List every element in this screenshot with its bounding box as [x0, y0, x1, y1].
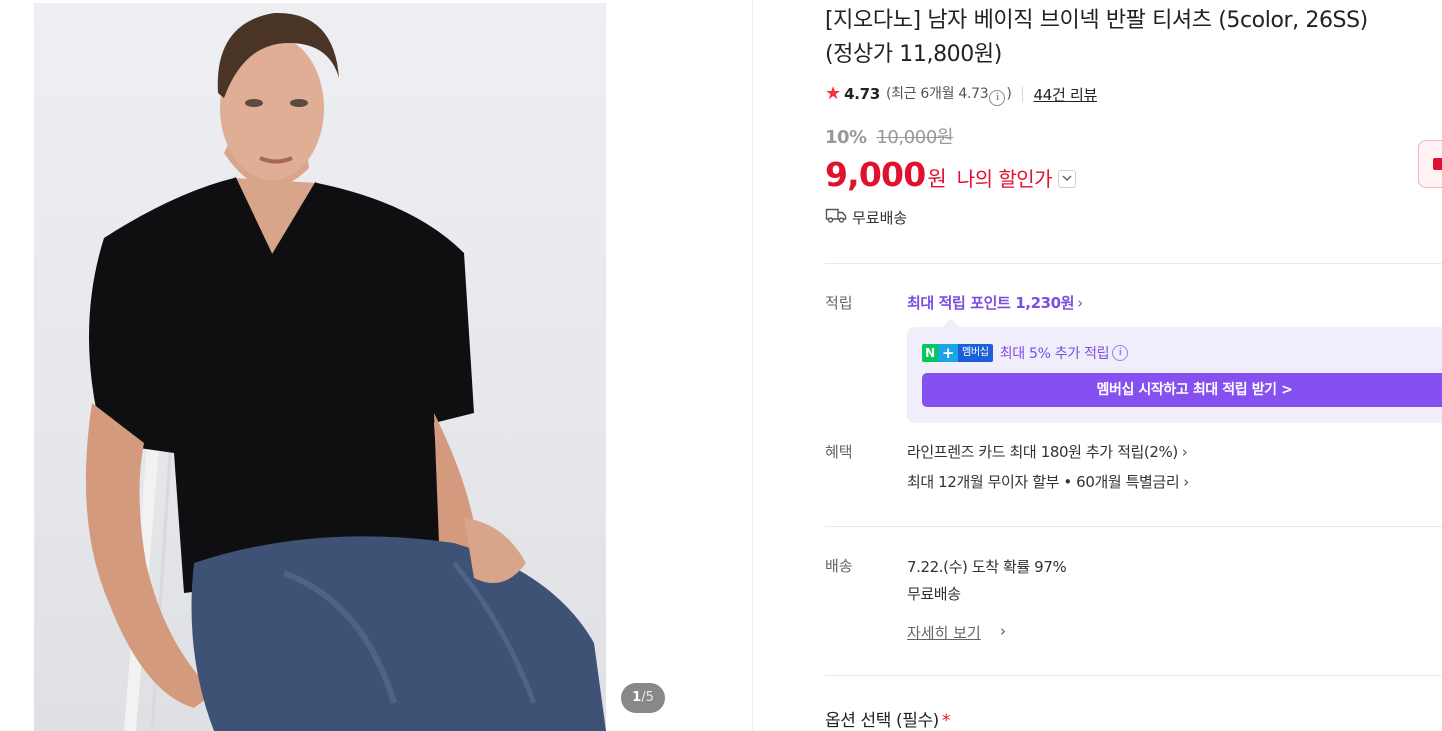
info-circle-icon[interactable]: i [1112, 345, 1129, 361]
option-select-title: 옵션 선택 (필수) * [825, 706, 950, 731]
side-badge-button[interactable] [1418, 140, 1442, 188]
info-circle-icon[interactable]: i [989, 89, 1006, 106]
membership-start-button[interactable]: 멤버십 시작하고 최대 적립 받기 > [922, 373, 1442, 407]
rating-recent-suffix: ) [1006, 85, 1012, 102]
logo-text: 멤버십 [958, 344, 993, 362]
rating-divider [1021, 86, 1023, 102]
chevron-right-icon: › [1181, 443, 1188, 461]
delivery-label: 배송 [825, 557, 853, 575]
benefit-card-link[interactable]: 라인프렌즈 카드 최대 180원 추가 적립(2%) › [907, 441, 1188, 462]
rating-row: ★ 4.73 (최근 6개월 4.73 i) 44건 리뷰 [825, 82, 1097, 106]
panel-divider [752, 0, 753, 731]
benefit-card-text: 라인프렌즈 카드 최대 180원 추가 적립(2%) [907, 443, 1178, 461]
chevron-right-icon: › [1183, 473, 1189, 491]
delivery-arrival: 7.22.(수) 도착 확률 97% [907, 558, 1067, 576]
logo-plus: + [938, 344, 958, 362]
my-discount-label[interactable]: 나의 할인가 [957, 163, 1053, 192]
naver-plus-membership-logo: N + 멤버십 [922, 344, 993, 362]
original-price: 10,000원 [876, 127, 954, 148]
required-mark: * [941, 711, 951, 731]
sale-price-row: 9,000 원 나의 할인가 [825, 155, 1077, 197]
product-title: [지오다노] 남자 베이직 브이넥 반팔 티셔츠 (5color, 26SS) … [825, 4, 1442, 72]
rating-recent: (최근 6개월 4.73 i) [886, 83, 1012, 106]
star-icon: ★ [825, 83, 842, 104]
section-divider [825, 675, 1442, 676]
shipping-summary: 무료배송 [825, 206, 907, 228]
section-divider [825, 263, 1442, 264]
chevron-down-icon[interactable] [1058, 170, 1077, 188]
model-photo-illustration [85, 12, 606, 731]
section-divider [825, 526, 1442, 527]
delivery-fee: 무료배송 [907, 585, 961, 603]
image-counter[interactable]: 1/5 [621, 683, 665, 713]
discount-row: 10% 10,000원 [825, 123, 953, 149]
rating-score: 4.73 [844, 85, 880, 103]
review-count-link[interactable]: 44건 리뷰 [1034, 84, 1098, 105]
delivery-detail-link[interactable]: 자세히 보기 [907, 622, 981, 643]
product-image[interactable] [34, 3, 606, 731]
benefit-installment-link[interactable]: 최대 12개월 무이자 할부 • 60개월 특별금리 › [907, 471, 1189, 492]
sale-price: 9,000 [825, 155, 926, 194]
image-counter-total: 5 [645, 690, 654, 705]
product-gallery: 1/5 [0, 0, 752, 731]
membership-box: N + 멤버십 최대 5% 추가 적립 i 멤버십 시작하고 최대 적립 받기 … [907, 318, 1442, 423]
image-counter-current: 1 [632, 690, 642, 705]
chevron-right-icon: › [1000, 622, 1006, 640]
points-label: 적립 [825, 294, 853, 312]
product-title-line2: (정상가 11,800원) [825, 42, 1002, 67]
discount-rate: 10% [825, 127, 867, 148]
max-points-link[interactable]: 최대 적립 포인트 1,230원 › [907, 292, 1083, 313]
sale-price-unit: 원 [927, 167, 947, 191]
shipping-summary-text: 무료배송 [852, 208, 908, 227]
chevron-right-icon: › [1077, 294, 1083, 312]
rating-recent-prefix: (최근 6개월 4.73 [885, 85, 989, 102]
membership-extra-line: N + 멤버십 최대 5% 추가 적립 i [922, 343, 1129, 363]
benefit-installment-text: 최대 12개월 무이자 할부 • 60개월 특별금리 [907, 473, 1180, 491]
badge-mark-icon [1433, 158, 1442, 170]
logo-n: N [922, 344, 938, 362]
benefits-label: 혜택 [825, 443, 853, 461]
option-select-text: 옵션 선택 (필수) [825, 711, 939, 731]
product-title-line1: [지오다노] 남자 베이직 브이넥 반팔 티셔츠 (5color, 26SS) [825, 8, 1368, 33]
truck-icon [825, 206, 852, 228]
max-points-text: 최대 적립 포인트 1,230원 [907, 294, 1075, 312]
membership-extra-text: 최대 5% 추가 적립 [999, 346, 1110, 362]
